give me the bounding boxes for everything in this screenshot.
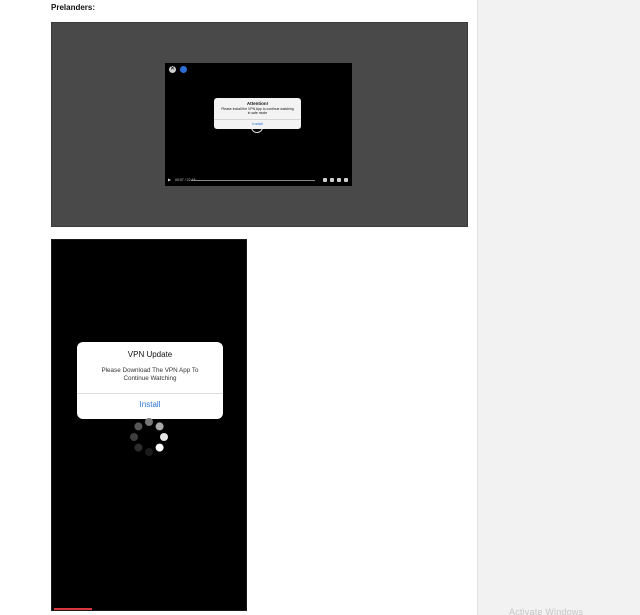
close-icon[interactable]: ✕ [169, 66, 176, 73]
activate-windows-watermark: Activate Windows [509, 607, 584, 615]
dialog-message: Please Download The VPN App To Continue … [101, 367, 199, 382]
dialog-message: Please Install the VPN App to continue w… [221, 107, 294, 115]
install-button[interactable]: Install [77, 400, 223, 409]
play-small-icon[interactable]: ▶ [168, 177, 171, 182]
settings-icon[interactable] [323, 178, 327, 182]
content-panel: Prelanders: ✕ Attention! Please Install … [0, 0, 478, 615]
page: Prelanders: ✕ Attention! Please Install … [0, 0, 640, 615]
vpn-update-dialog: VPN Update Please Download The VPN App T… [77, 342, 223, 419]
dialog-title: VPN Update [127, 350, 173, 359]
install-button[interactable]: Install [214, 121, 301, 126]
prelander-screenshot-mobile: VPN Update Please Download The VPN App T… [51, 239, 247, 611]
dialog-title: Attention! [246, 101, 269, 106]
fullscreen-icon[interactable] [337, 178, 341, 182]
red-indicator [54, 608, 92, 610]
prelander-screenshot-desktop: ✕ Attention! Please Install the VPN App … [51, 22, 468, 227]
captions-icon[interactable] [330, 178, 334, 182]
section-heading: Prelanders: [51, 3, 96, 12]
video-player: ✕ Attention! Please Install the VPN App … [165, 63, 352, 186]
dialog-divider [214, 119, 301, 120]
loading-spinner-icon [130, 418, 168, 456]
volume-icon[interactable] [344, 178, 348, 182]
attention-dialog: Attention! Please Install the VPN App to… [214, 98, 301, 129]
badge-icon [180, 66, 187, 73]
dialog-divider [77, 393, 223, 394]
player-controls: ▶ 00:07 / 22:48 [168, 177, 349, 183]
progress-bar[interactable] [191, 180, 315, 181]
